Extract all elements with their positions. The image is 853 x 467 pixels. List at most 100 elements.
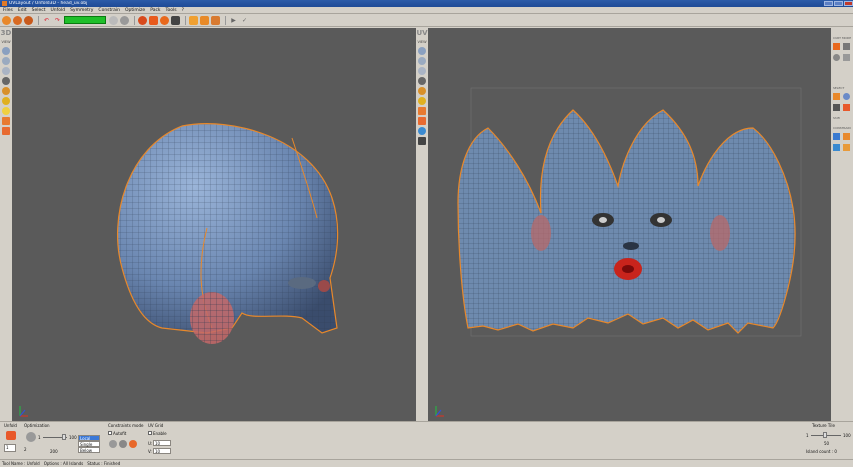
wire-sphere-icon[interactable] xyxy=(2,67,10,75)
status-tool: Tool Name : Unfold xyxy=(2,461,40,466)
align-icon[interactable] xyxy=(833,144,840,151)
unfold-tool-icon[interactable] xyxy=(2,15,11,25)
unfold-section-title: Unfold xyxy=(4,423,17,428)
texture-value: 50 xyxy=(824,441,830,446)
menu-constrain[interactable]: Constrain xyxy=(98,8,120,13)
status-state: Status : Finished xyxy=(87,461,121,466)
autofit-checkbox[interactable] xyxy=(108,431,112,435)
menu-bar: Files Edit Select Unfold Symmetry Constr… xyxy=(0,7,853,14)
viewport-3d[interactable] xyxy=(12,28,416,421)
globe-icon[interactable] xyxy=(138,15,147,25)
grid-sphere-icon[interactable] xyxy=(418,57,426,65)
color-sphere-icon[interactable] xyxy=(2,87,10,95)
constraints-section-title: Constraints mode xyxy=(108,423,144,428)
section-label-constrain: CONSTRAIN xyxy=(833,126,851,130)
constraint-pin-icon[interactable] xyxy=(109,440,117,448)
section-label-select: SELECT xyxy=(833,86,845,90)
grid-sphere-icon[interactable] xyxy=(2,57,10,65)
redo-icon[interactable]: ↷ xyxy=(53,16,62,25)
undo-icon[interactable]: ↶ xyxy=(42,16,51,25)
uvgrid-section-title: UV Grid xyxy=(148,423,164,428)
settings-icon[interactable] xyxy=(120,15,129,25)
menu-files[interactable]: Files xyxy=(3,8,13,13)
optimization-min: 1 xyxy=(38,435,41,440)
constraint-link-icon[interactable] xyxy=(119,440,127,448)
title-bar: UVLayout / Unfold3D - head_uv.obj xyxy=(0,0,853,7)
color-sphere-icon[interactable] xyxy=(418,87,426,95)
checker-icon[interactable] xyxy=(418,137,426,145)
sphere-view-icon[interactable] xyxy=(418,47,426,55)
move-icon[interactable] xyxy=(2,127,10,135)
viewuv-toolbar: UV VIEW xyxy=(416,28,428,421)
light-icon[interactable] xyxy=(418,97,426,105)
pin-icon[interactable] xyxy=(833,133,840,140)
pack-tool-icon[interactable] xyxy=(24,15,33,25)
face-select-icon[interactable] xyxy=(843,93,850,100)
checker-icon[interactable] xyxy=(200,15,209,25)
texture-icon[interactable] xyxy=(211,15,220,25)
axis-icon[interactable] xyxy=(418,107,426,115)
island-select-icon[interactable] xyxy=(833,104,840,111)
straighten-icon[interactable] xyxy=(843,133,850,140)
viewport-uv[interactable] xyxy=(428,28,831,421)
uvgrid-u-field[interactable]: 10 xyxy=(153,440,171,446)
uvgrid-enable-label: Enable xyxy=(153,431,167,436)
texture-tile-title: Texture Tile xyxy=(812,423,835,428)
unfold-count-field[interactable]: 1 xyxy=(4,444,16,452)
mode-option[interactable]: Below xyxy=(78,447,100,453)
head-mesh-3d xyxy=(19,123,339,417)
sphere-view-icon[interactable] xyxy=(2,47,10,55)
scale-icon[interactable] xyxy=(843,54,850,61)
move-icon[interactable] xyxy=(418,117,426,125)
mirror-icon[interactable]: ▶ xyxy=(229,16,238,25)
optimization-slider-handle[interactable] xyxy=(62,434,66,440)
minimize-button[interactable] xyxy=(824,1,833,6)
cut-icon[interactable] xyxy=(149,15,158,25)
close-button[interactable] xyxy=(844,1,853,6)
checker-sphere-icon[interactable] xyxy=(418,77,426,85)
uvgrid-u-label: U: xyxy=(148,441,153,446)
display-icon[interactable] xyxy=(171,15,180,25)
viewuv-sublabel: VIEW xyxy=(417,40,427,44)
uvgrid-enable-checkbox[interactable] xyxy=(148,431,152,435)
menu-optimize[interactable]: Optimize xyxy=(125,8,145,13)
select-arrow-icon[interactable] xyxy=(833,43,840,50)
optimize-tool-icon[interactable] xyxy=(13,15,22,25)
optimization-value: 100 xyxy=(69,435,77,440)
uvgrid-v-label: V: xyxy=(148,449,152,454)
axis-icon[interactable] xyxy=(2,117,10,125)
texture-slider-handle[interactable] xyxy=(823,432,827,438)
edge-select-icon[interactable] xyxy=(833,93,840,100)
gear-icon[interactable] xyxy=(26,432,36,442)
target-icon[interactable] xyxy=(160,15,169,25)
stop-icon[interactable] xyxy=(109,15,118,25)
maximize-button[interactable] xyxy=(834,1,843,6)
island-count: Island count : 0 xyxy=(806,449,837,454)
checker-sphere-icon[interactable] xyxy=(2,77,10,85)
texture-min: 1 xyxy=(806,433,809,438)
snap-icon[interactable] xyxy=(843,144,850,151)
flip-icon[interactable]: ✓ xyxy=(240,16,249,25)
progress-bar xyxy=(64,16,106,24)
menu-select[interactable]: Select xyxy=(32,8,46,13)
rotate-icon[interactable] xyxy=(418,127,426,135)
delete-icon[interactable] xyxy=(843,104,850,111)
menu-edit[interactable]: Edit xyxy=(18,8,27,13)
menu-pack[interactable]: Pack xyxy=(150,8,160,13)
menu-tools[interactable]: Tools xyxy=(166,8,177,13)
rotate-icon[interactable] xyxy=(833,54,840,61)
menu-help[interactable]: ? xyxy=(182,8,184,13)
grid-icon[interactable] xyxy=(189,15,198,25)
bulb-icon[interactable] xyxy=(2,107,10,115)
status-options: Options : All Islands xyxy=(43,461,84,466)
uvgrid-v-field[interactable]: 10 xyxy=(153,448,171,454)
menu-unfold[interactable]: Unfold xyxy=(50,8,65,13)
move-cross-icon[interactable] xyxy=(843,43,850,50)
light-icon[interactable] xyxy=(2,97,10,105)
autofit-label: Autofit xyxy=(113,431,127,436)
wire-sphere-icon[interactable] xyxy=(418,67,426,75)
constraint-lock-icon[interactable] xyxy=(129,440,137,448)
optimization-iterations: 2 xyxy=(24,447,27,452)
menu-symmetry[interactable]: Symmetry xyxy=(70,8,93,13)
unfold-tool-icon[interactable] xyxy=(6,431,16,440)
